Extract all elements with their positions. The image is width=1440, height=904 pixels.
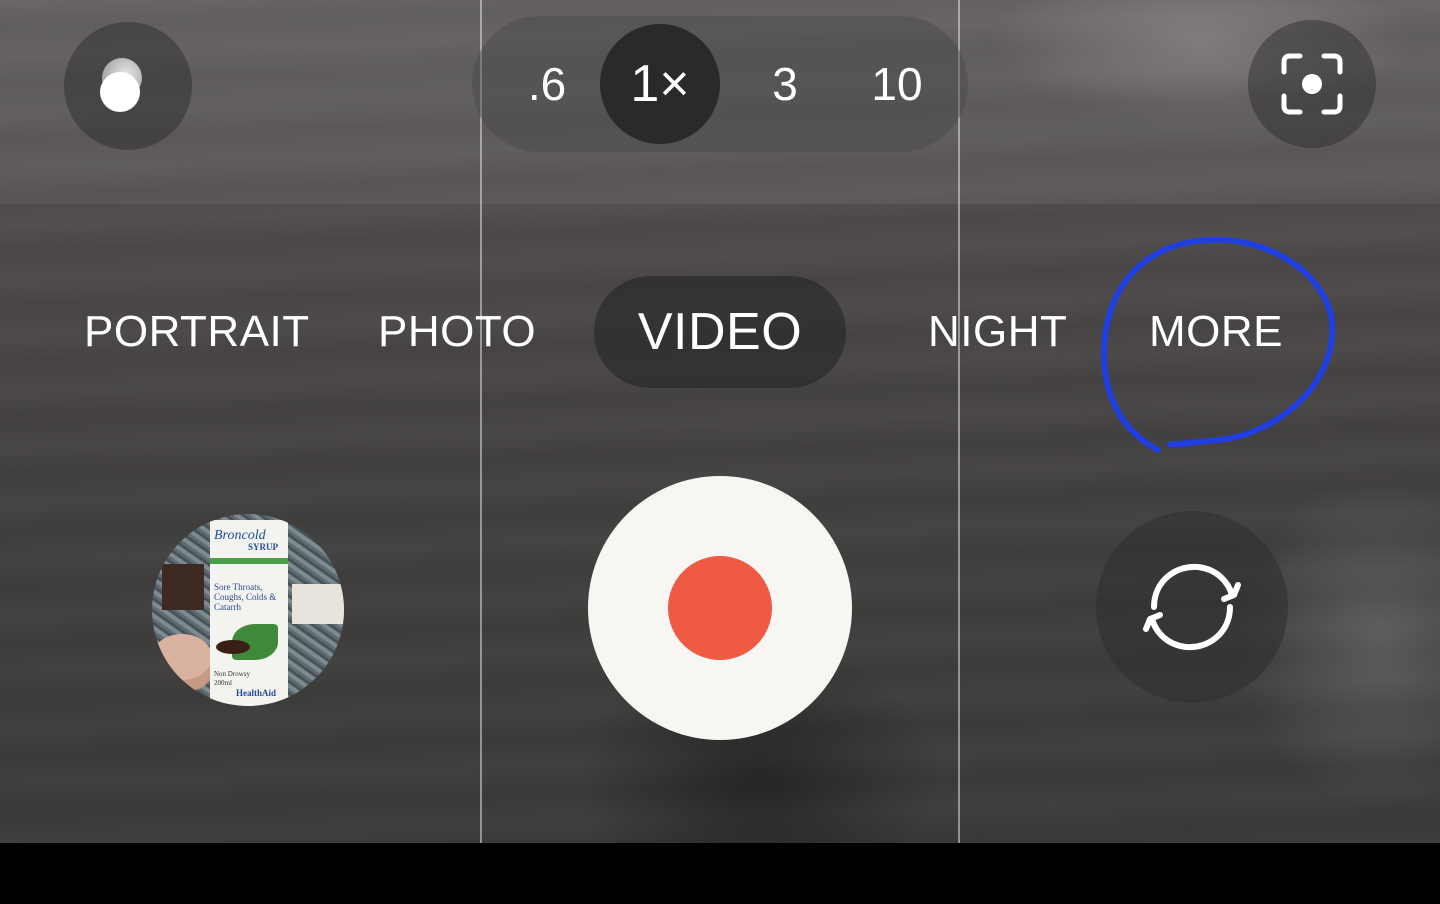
thumb-maker: HealthAid (236, 688, 277, 698)
grid-line-left (480, 0, 482, 843)
camera-viewfinder[interactable]: .6 1× 3 10 PORTRAIT PHOTO VIDEO NIGHT MO… (0, 0, 1440, 843)
zoom-option-1x[interactable]: 1× (600, 16, 720, 152)
mode-video[interactable]: VIDEO (594, 296, 846, 368)
thumb-note: Non Drowsy (214, 670, 250, 678)
thumb-product: SYRUP (248, 542, 279, 552)
focus-button[interactable] (1248, 20, 1376, 148)
thumb-claim: Sore Throats, Coughs, Colds & Catarrh (214, 582, 277, 612)
settings-toggle-button[interactable] (64, 22, 192, 150)
zoom-selector: .6 1× 3 10 (472, 16, 968, 152)
mode-night[interactable]: NIGHT (928, 296, 1067, 368)
thumb-paper (292, 584, 344, 624)
mode-portrait[interactable]: PORTRAIT (84, 296, 310, 368)
hand-drawn-circle-annotation (1100, 236, 1336, 453)
rotate-camera-icon (1143, 563, 1241, 651)
thumb-green-band (210, 558, 288, 564)
toggle-dot-front (100, 72, 140, 112)
grid-line-right (958, 0, 960, 843)
thumb-table (162, 564, 204, 610)
focus-frame-icon (1281, 53, 1343, 115)
zoom-option-3[interactable]: 3 (750, 16, 820, 152)
zoom-option-0.6[interactable]: .6 (512, 16, 582, 152)
thumb-hand (152, 634, 212, 680)
thumb-spoon (216, 640, 250, 654)
navigation-bar (0, 843, 1440, 904)
thumb-volume: 200ml (214, 679, 232, 687)
zoom-option-10[interactable]: 10 (862, 16, 932, 152)
record-button[interactable] (588, 476, 852, 740)
gallery-thumbnail[interactable]: Broncold SYRUP Sore Throats, Coughs, Col… (152, 514, 344, 706)
record-dot-icon (668, 556, 772, 660)
flip-camera-button[interactable] (1096, 511, 1288, 703)
mode-photo[interactable]: PHOTO (378, 296, 536, 368)
thumb-syrup-box: Broncold SYRUP Sore Throats, Coughs, Col… (210, 520, 288, 706)
